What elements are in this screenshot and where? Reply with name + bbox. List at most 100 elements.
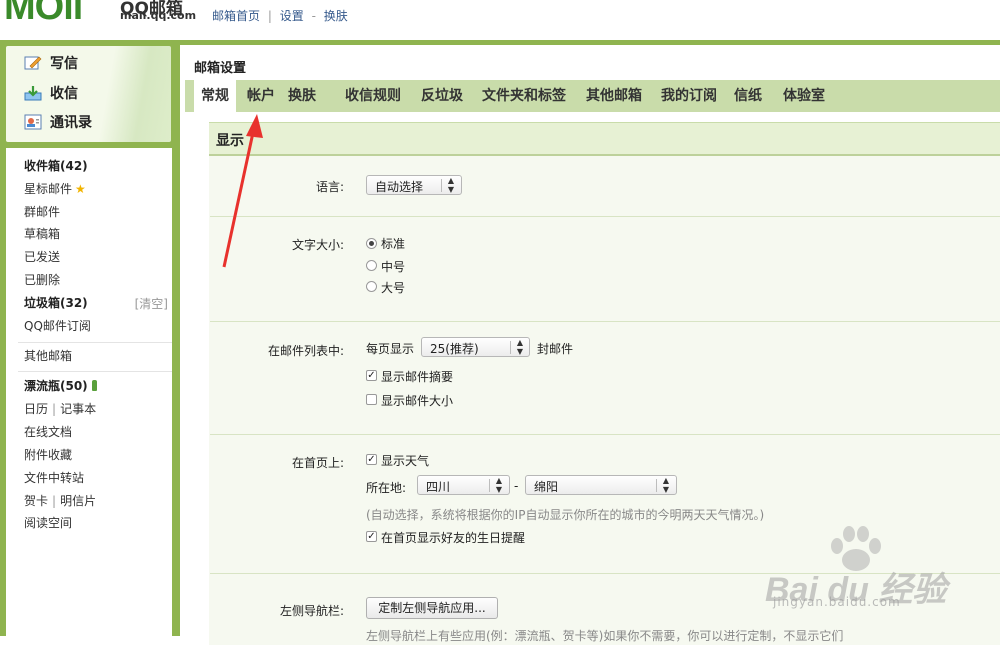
tab-skin[interactable]: 换肤 <box>281 80 323 112</box>
drift-bottle-label: 漂流瓶(50) <box>24 379 88 393</box>
logo-text: MOil <box>4 0 83 28</box>
folder-list: 收件箱(42) 星标邮件 ★ 群邮件 草稿箱 已发送 已删除 垃圾箱(32) [清… <box>6 148 172 638</box>
show-weather-label: 显示天气 <box>381 454 430 468</box>
contacts-button[interactable]: 通讯录 <box>24 112 92 136</box>
receive-button[interactable]: 收信 <box>24 83 78 107</box>
row-divider <box>210 573 1000 574</box>
province-value: 四川 <box>426 480 451 494</box>
tab-account[interactable]: 帐户 <box>243 80 279 112</box>
language-select[interactable]: 自动选择 ▲ ▼ <box>366 175 462 195</box>
show-size-checkbox[interactable] <box>366 394 377 405</box>
folder-spam[interactable]: 垃圾箱(32) <box>24 295 88 311</box>
drift-bottle-link[interactable]: 漂流瓶(50) <box>24 378 97 394</box>
font-large-radio[interactable] <box>366 281 377 292</box>
tab-labs[interactable]: 体验室 <box>779 80 829 112</box>
row-divider <box>210 321 1000 322</box>
settings-tabs: 常规 帐户 换肤 收信规则 反垃圾 文件夹和标签 其他邮箱 我的订阅 信纸 体验… <box>185 80 1000 112</box>
select-arrows-icon: ▲ ▼ <box>662 476 670 494</box>
folder-starred[interactable]: 星标邮件 ★ <box>24 181 86 197</box>
show-size-label: 显示邮件大小 <box>381 394 454 408</box>
app-frame: 写信 收信 通讯录 收件箱(42) 星标邮件 ★ 群邮件 草稿箱 已发送 已删除 … <box>0 40 1000 645</box>
font-large-label: 大号 <box>381 281 406 295</box>
settings-content <box>209 156 1000 645</box>
quick-actions-panel: 写信 收信 通讯录 <box>6 46 171 142</box>
receive-label: 收信 <box>50 86 78 102</box>
online-docs-link[interactable]: 在线文档 <box>24 424 72 440</box>
folder-inbox[interactable]: 收件箱(42) <box>24 158 88 174</box>
tab-subscriptions[interactable]: 我的订阅 <box>657 80 721 112</box>
city-select[interactable]: 绵阳 ▲ ▼ <box>525 475 677 495</box>
select-arrows-icon: ▲ ▼ <box>447 176 455 194</box>
show-weather-checkbox[interactable]: ✓ <box>366 454 377 465</box>
tab-stationery[interactable]: 信纸 <box>730 80 766 112</box>
inbox-download-icon <box>24 85 42 101</box>
folder-deleted[interactable]: 已删除 <box>24 272 60 288</box>
city-value: 绵阳 <box>534 480 559 494</box>
calendar-link[interactable]: 日历 <box>24 402 48 416</box>
language-value: 自动选择 <box>375 180 424 194</box>
font-standard-label: 标准 <box>381 237 406 251</box>
greeting-card-link[interactable]: 贺卡 <box>24 494 48 508</box>
show-summary-label: 显示邮件摘要 <box>381 370 454 384</box>
province-select[interactable]: 四川 ▲ ▼ <box>417 475 510 495</box>
divider <box>18 342 172 343</box>
birthday-reminder-label: 在首页显示好友的生日提醒 <box>381 531 526 545</box>
row-divider <box>210 434 1000 435</box>
top-header: MOil QQ邮箱 mail.qq.com 邮箱首页 | 设置 - 换肤 <box>0 0 1000 40</box>
per-page-select[interactable]: 25(推荐) ▲ ▼ <box>421 337 530 357</box>
compose-button[interactable]: 写信 <box>24 53 78 77</box>
settings-link[interactable]: 设置 <box>280 9 304 23</box>
folder-sent[interactable]: 已发送 <box>24 249 60 265</box>
attachments-link[interactable]: 附件收藏 <box>24 447 72 463</box>
tab-mail-rules[interactable]: 收信规则 <box>341 80 405 112</box>
calendar-notepad-row: 日历 | 记事本 <box>24 402 97 416</box>
weather-hint: (自动选择，系统将根据你的IP自动显示你所在的城市的今明两天天气情况。) <box>366 508 765 522</box>
location-dash: - <box>514 479 519 493</box>
folder-starred-label: 星标邮件 <box>24 182 73 196</box>
show-summary-checkbox[interactable]: ✓ <box>366 370 377 381</box>
per-page-value: 25(推荐) <box>430 342 479 356</box>
section-header: 显示 <box>209 122 1000 156</box>
logo-url: mail.qq.com <box>120 9 197 22</box>
qq-mail-logo[interactable]: MOil <box>4 0 83 29</box>
per-page-suffix: 封邮件 <box>537 342 574 356</box>
folder-group[interactable]: 群邮件 <box>24 204 60 220</box>
settings-panel: 邮箱设置 常规 帐户 换肤 收信规则 反垃圾 文件夹和标签 其他邮箱 我的订阅 … <box>180 45 1000 645</box>
header-links: 邮箱首页 | 设置 - 换肤 <box>210 7 350 24</box>
divider <box>18 371 172 372</box>
header-separator: - <box>311 9 316 23</box>
left-nav-label: 左侧导航栏: <box>279 604 344 618</box>
compose-icon <box>24 55 42 71</box>
birthday-reminder-checkbox[interactable]: ✓ <box>366 531 377 542</box>
font-standard-radio[interactable] <box>366 238 377 249</box>
file-transfer-link[interactable]: 文件中转站 <box>24 470 84 486</box>
select-arrows-icon: ▲ ▼ <box>495 476 503 494</box>
reading-space-link[interactable]: 阅读空间 <box>24 515 72 531</box>
postcard-link[interactable]: 明信片 <box>60 494 96 508</box>
mailbox-home-link[interactable]: 邮箱首页 <box>212 9 260 23</box>
change-skin-link[interactable]: 换肤 <box>324 9 348 23</box>
language-label: 语言: <box>315 180 344 194</box>
bottle-icon <box>91 380 97 391</box>
customize-left-nav-button[interactable]: 定制左侧导航应用... <box>366 597 498 619</box>
star-icon: ★ <box>75 182 86 196</box>
folder-subscription[interactable]: QQ邮件订阅 <box>24 318 91 334</box>
folder-other-mailbox[interactable]: 其他邮箱 <box>24 348 72 364</box>
tab-other-mailbox[interactable]: 其他邮箱 <box>582 80 646 112</box>
tab-anti-spam[interactable]: 反垃圾 <box>417 80 467 112</box>
folder-drafts[interactable]: 草稿箱 <box>24 226 60 242</box>
section-title: 显示 <box>216 133 244 149</box>
contacts-icon <box>24 114 42 130</box>
notepad-link[interactable]: 记事本 <box>60 402 96 416</box>
font-medium-label: 中号 <box>381 260 406 274</box>
clear-spam-link[interactable]: [清空] <box>135 295 168 312</box>
page-title: 邮箱设置 <box>194 61 247 76</box>
tab-folders-labels[interactable]: 文件夹和标签 <box>478 80 570 112</box>
mail-list-label: 在邮件列表中: <box>267 344 344 358</box>
select-arrows-icon: ▲ ▼ <box>516 338 524 356</box>
tab-general[interactable]: 常规 <box>194 80 236 112</box>
font-size-label: 文字大小: <box>291 238 344 252</box>
card-postcard-row: 贺卡 | 明信片 <box>24 494 97 508</box>
font-medium-radio[interactable] <box>366 260 377 271</box>
compose-label: 写信 <box>50 56 78 72</box>
